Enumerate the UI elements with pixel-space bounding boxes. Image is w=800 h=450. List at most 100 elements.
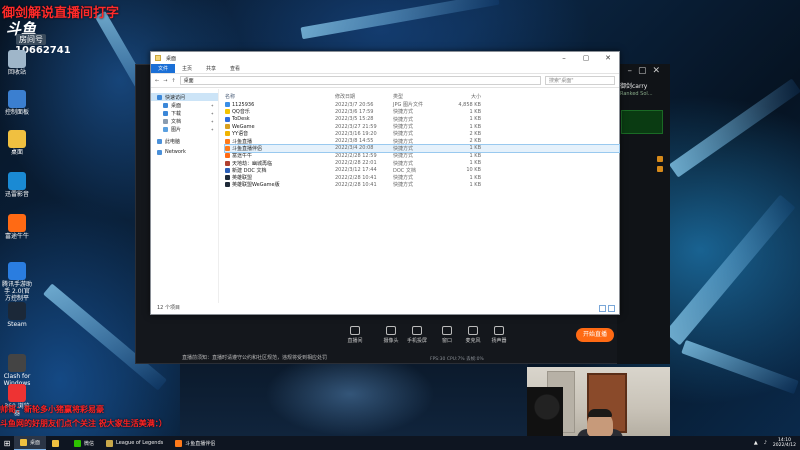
desktop-shortcut[interactable]: 控制面板 — [2, 90, 32, 116]
desktop-shortcut[interactable]: 迅雷影音 — [2, 172, 32, 198]
notification-dot — [657, 156, 663, 162]
search-input[interactable]: 搜索"桌面" — [545, 76, 615, 85]
ribbon-tab[interactable]: 主页 — [175, 64, 199, 73]
live-tool-button[interactable]: 直播间 — [340, 326, 370, 344]
desktop-shortcut[interactable]: 桌面 — [2, 130, 32, 156]
file-name: 斗鱼直播伴侣 — [232, 145, 263, 152]
column-header[interactable]: 类型 — [393, 93, 445, 100]
close-button[interactable]: ✕ — [597, 52, 619, 64]
file-type: 快捷方式 — [393, 138, 414, 145]
live-tool-button[interactable]: 手机投屏 — [402, 326, 432, 344]
explorer-titlebar[interactable]: 桌面 – ▢ ✕ — [151, 52, 619, 64]
taskbar-app[interactable]: League of Legends — [100, 436, 169, 450]
go-live-button[interactable]: 开始直播 — [576, 328, 614, 342]
file-icon — [225, 131, 230, 137]
star-icon — [157, 94, 162, 100]
file-row[interactable]: WeGame 2022/3/27 21:59 快捷方式 1 KB — [225, 123, 619, 130]
file-size: 4,858 KB — [458, 101, 481, 108]
taskbar-app[interactable] — [46, 436, 68, 450]
ribbon-tab[interactable]: 文件 — [151, 64, 176, 73]
folder-icon — [155, 55, 161, 61]
nav-item[interactable]: 图片 ✦ — [151, 125, 218, 133]
pin-icon: ✦ — [210, 118, 214, 124]
network-icon — [157, 149, 162, 155]
column-header[interactable]: 修改日期 — [335, 93, 393, 100]
app-icon — [106, 439, 114, 447]
quick-access-toolbar[interactable]: 桌面 — [155, 55, 176, 62]
nav-item[interactable]: 下载 ✦ — [151, 109, 218, 117]
clock[interactable]: 14:10 2022/4/12 — [773, 438, 796, 448]
file-row[interactable]: 富途牛牛 2022/2/28 12:59 快捷方式 1 KB — [225, 152, 619, 159]
file-name: YY语音 — [232, 131, 249, 138]
live-tool-button[interactable]: 扬声器 — [484, 326, 514, 344]
nav-item[interactable]: 此电脑 — [151, 137, 218, 145]
taskbar-app[interactable]: 斗鱼直播伴侣 — [169, 436, 221, 450]
column-header[interactable]: 名称 — [225, 93, 335, 100]
address-bar[interactable]: 桌面 — [179, 76, 541, 85]
file-date: 2022/3/5 15:28 — [335, 116, 374, 123]
volume-icon[interactable]: ♪ — [764, 440, 767, 446]
desktop-shortcut[interactable]: Steam — [2, 302, 32, 328]
nav-item[interactable]: 快速访问 — [151, 93, 218, 101]
ribbon-tab[interactable]: 共享 — [199, 64, 223, 73]
file-date: 2022/3/12 17:44 — [335, 167, 377, 174]
file-row[interactable]: 1125936 2022/3/7 20:56 JPG 图片文件 4,858 KB — [225, 101, 619, 108]
phone-cast-icon — [412, 326, 422, 335]
file-row[interactable]: 天地劫：幽城再临 2022/2/28 22:01 快捷方式 1 KB — [225, 159, 619, 167]
file-date: 2022/3/8 14:55 — [335, 138, 374, 145]
window-controls[interactable]: –▢✕ — [617, 64, 670, 80]
desktop-shortcut[interactable]: Clash for Windows — [2, 354, 32, 387]
file-row[interactable]: 斗鱼直播伴侣 2022/3/4 20:08 快捷方式 1 KB — [224, 143, 620, 154]
file-row[interactable]: 英雄联盟 2022/2/28 10:41 快捷方式 1 KB — [225, 174, 619, 181]
network-icon[interactable]: ▲ — [754, 440, 758, 446]
nav-item-label: 快速访问 — [165, 94, 186, 101]
microphone-icon — [468, 326, 478, 335]
file-icon — [225, 116, 230, 122]
file-row[interactable]: 新建 DOC 文档 2022/3/12 17:44 DOC 文档 10 KB — [225, 167, 619, 174]
column-header[interactable]: 大小 — [445, 93, 481, 100]
chat-message: 帅哥：新轮多小猪赢将彩易豪 — [0, 405, 104, 414]
file-type: 快捷方式 — [393, 131, 414, 138]
app-icon — [20, 439, 27, 446]
nav-item-label: 下载 — [171, 110, 182, 117]
file-size: 10 KB — [466, 167, 481, 174]
maximize-button[interactable]: ▢ — [575, 52, 597, 64]
document-icon — [163, 118, 168, 124]
pin-icon: ✦ — [210, 126, 214, 132]
file-name: 新建 DOC 文档 — [232, 167, 267, 174]
minimize-button[interactable]: – — [553, 52, 575, 64]
desktop-shortcut-label: Steam — [7, 321, 27, 328]
nav-item[interactable]: 文档 ✦ — [151, 117, 218, 125]
file-date: 2022/3/6 17:59 — [335, 108, 374, 115]
ribbon-tab[interactable]: 查看 — [223, 64, 247, 73]
file-type: 快捷方式 — [393, 160, 414, 167]
file-icon — [225, 102, 230, 108]
desktop-shortcut[interactable]: 回收站 — [2, 50, 32, 76]
back-arrow-icon[interactable]: ← — [155, 78, 159, 84]
taskbar-app[interactable]: 桌面 — [14, 436, 47, 450]
futu-icon — [8, 214, 26, 232]
desktop-shortcut[interactable]: 富途牛牛 — [2, 214, 32, 240]
windows-logo-icon[interactable]: ⊞ — [0, 439, 14, 448]
file-row[interactable]: YY语音 2022/3/16 19:20 快捷方式 2 KB — [225, 130, 619, 137]
file-row[interactable]: 英雄联盟WeGame版 2022/2/28 10:41 快捷方式 1 KB — [225, 181, 619, 188]
forward-arrow-icon[interactable]: → — [163, 78, 167, 84]
taskbar-app-label: 斗鱼直播伴侣 — [185, 440, 216, 447]
live-tool-label: 麦克风 — [465, 338, 481, 344]
large-icons-view-icon[interactable] — [608, 305, 615, 312]
taskbar-app[interactable]: 微信 — [68, 436, 100, 450]
file-row[interactable]: QQ音乐 2022/3/6 17:59 快捷方式 1 KB — [225, 108, 619, 115]
up-arrow-icon[interactable]: ↑ — [171, 78, 175, 84]
details-view-icon[interactable] — [599, 305, 606, 312]
nav-item[interactable]: Network — [151, 148, 218, 156]
nav-item[interactable]: 桌面 ✦ — [151, 101, 218, 109]
file-type: 快捷方式 — [393, 109, 414, 116]
file-name: ToDesk — [232, 116, 250, 123]
scene-thumbnail[interactable] — [621, 110, 663, 134]
app-icon — [74, 439, 82, 447]
file-row[interactable]: 斗鱼直播 2022/3/8 14:55 快捷方式 2 KB — [225, 137, 619, 145]
nav-item-label: 文档 — [171, 118, 182, 125]
file-row[interactable]: ToDesk 2022/3/5 15:28 快捷方式 1 KB — [225, 116, 619, 123]
live-tool-label: 窗口 — [441, 338, 452, 344]
file-date: 2022/3/4 20:08 — [335, 145, 374, 152]
